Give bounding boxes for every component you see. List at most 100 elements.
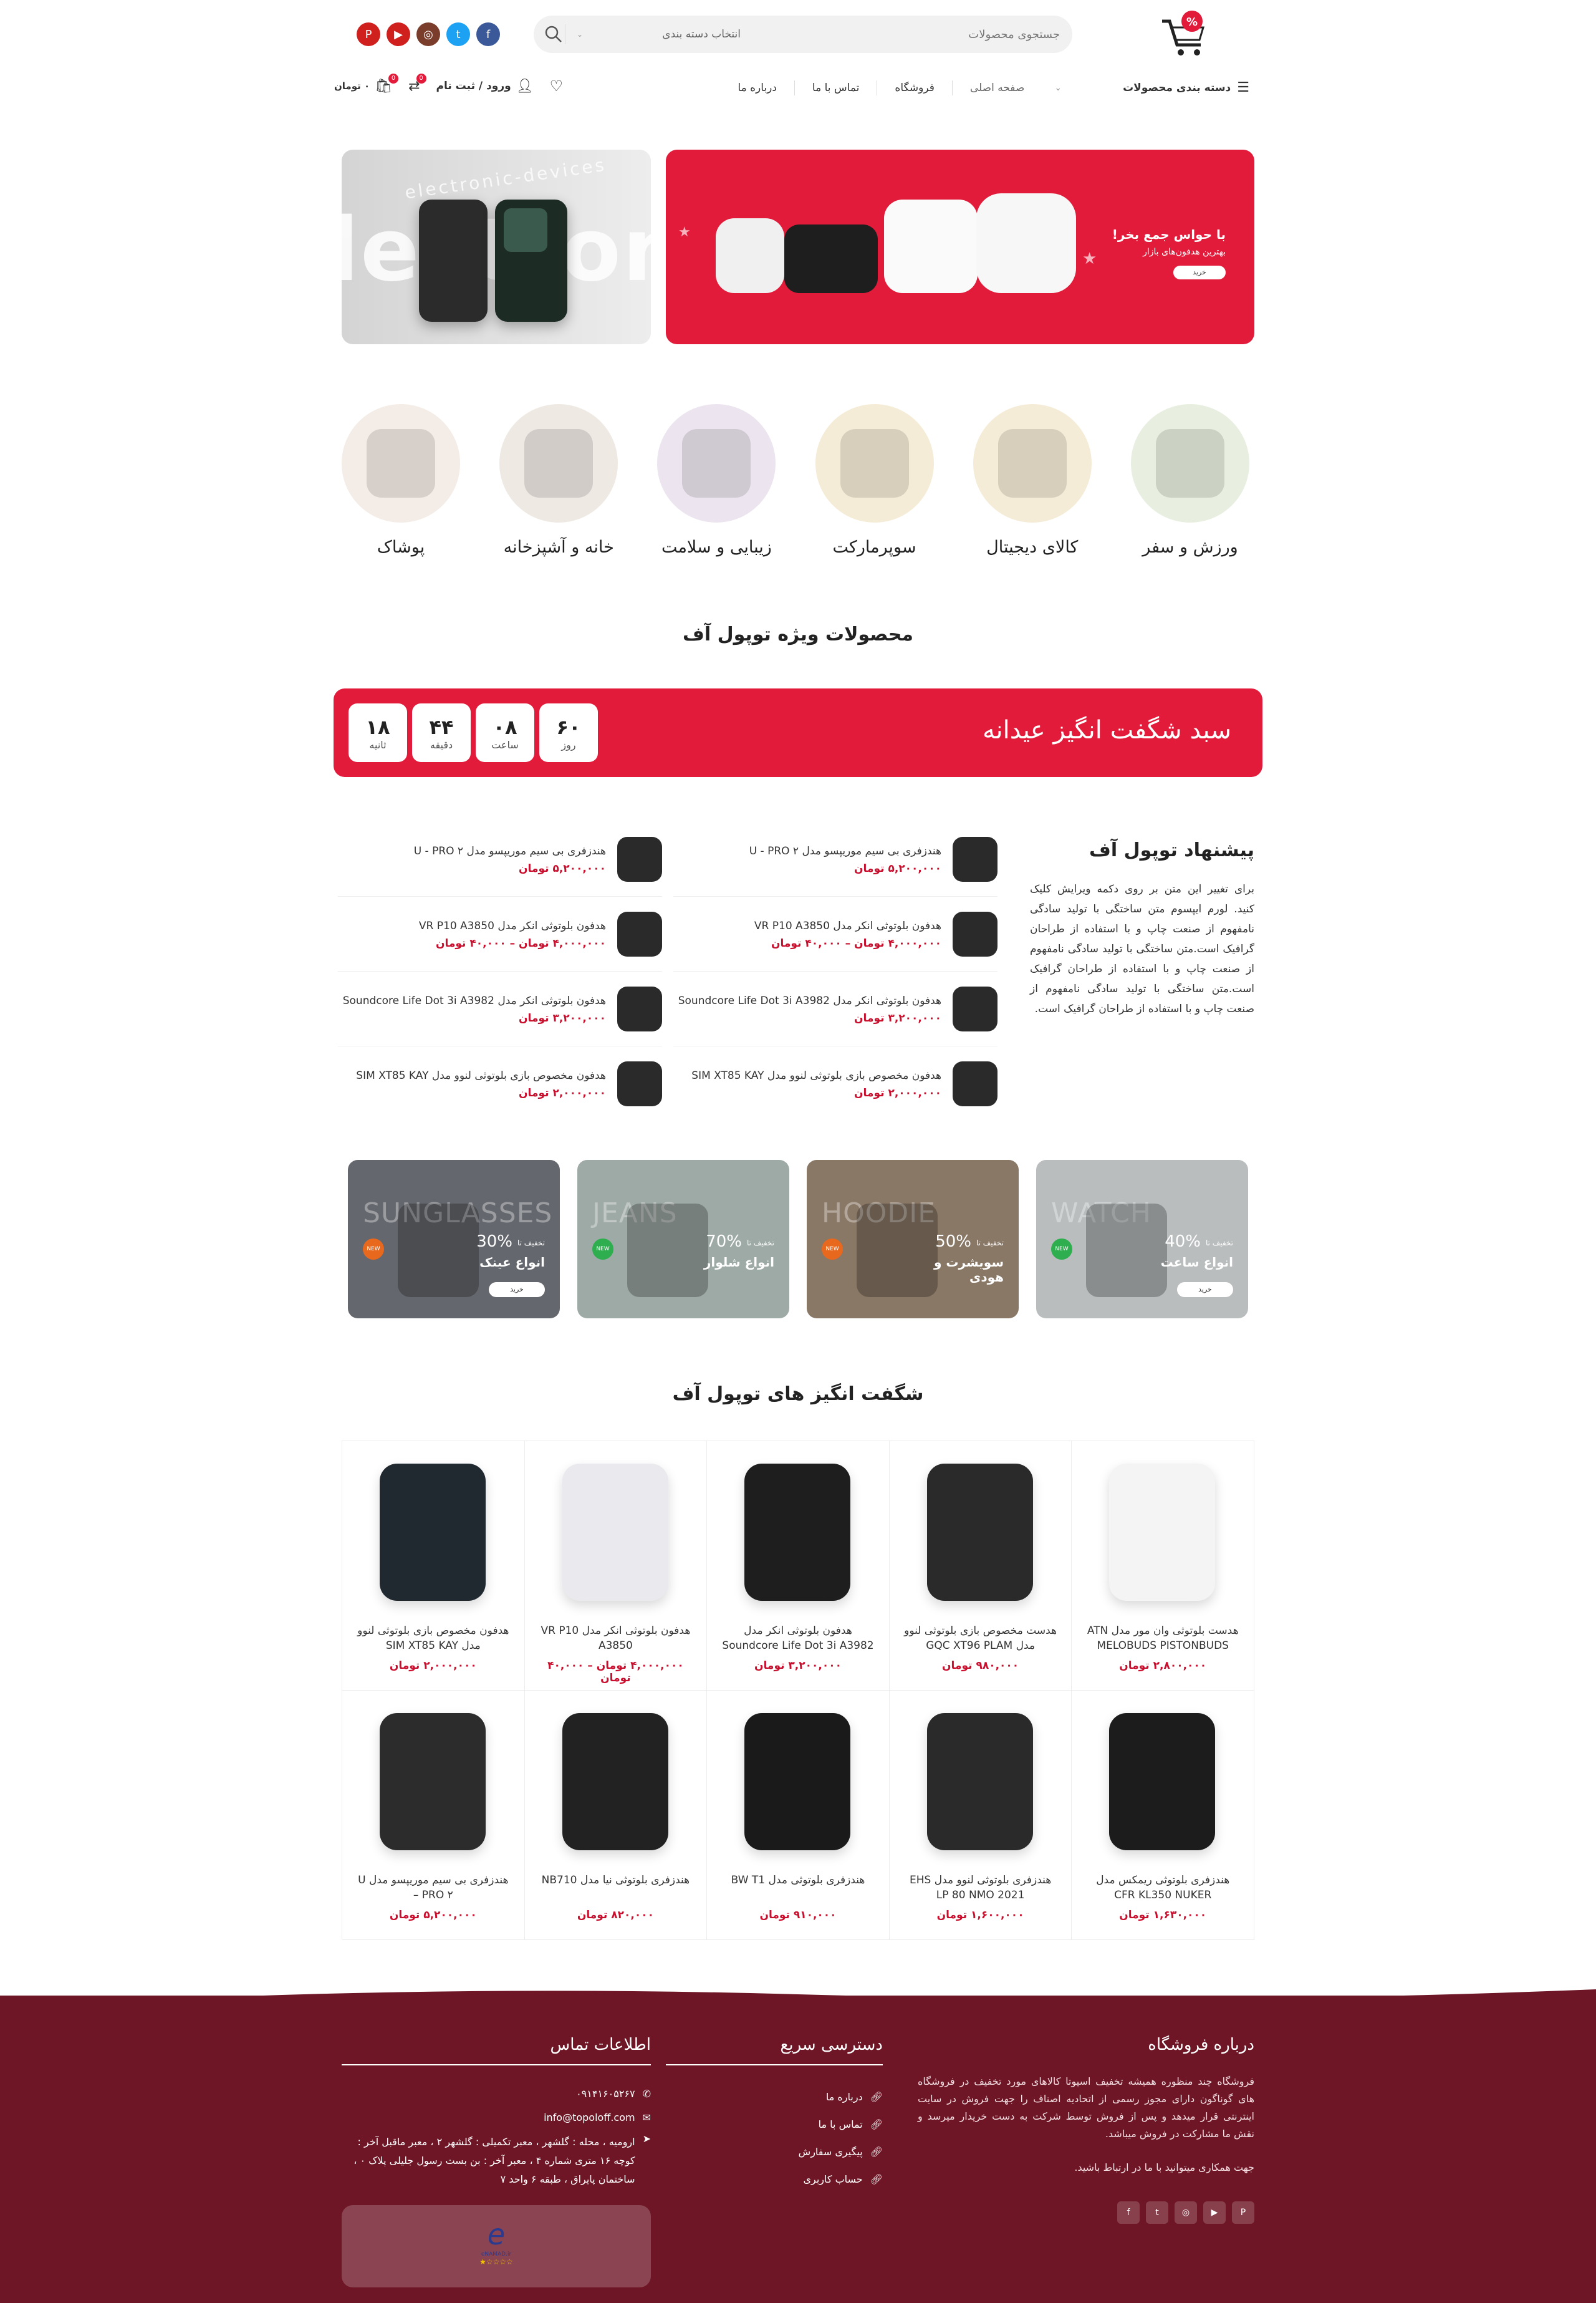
category-item[interactable]: کالای دیجیتال (973, 404, 1092, 557)
offer-product-info: هندزفری بی سیم موریپسو مدل U - PRO ۲ ۵,۲۰… (338, 844, 606, 875)
banner-subtitle: بهترین هدفون‌های بازار (1143, 247, 1226, 257)
product-card[interactable]: هندزفری بی سیم موریپسو مدل U – PRO ۲ ۵,۲۰… (342, 1691, 525, 1940)
product-card[interactable]: هدست بلوتوثی وان مور مدل ATN MELOBUDS PI… (1072, 1441, 1254, 1691)
promo-card[interactable]: JEANS NEW 70% تخفیف تا انواع شلوار (577, 1160, 789, 1318)
search-input[interactable] (835, 22, 1060, 47)
new-badge: NEW (592, 1238, 613, 1260)
category-item[interactable]: ورزش و سفر (1130, 404, 1249, 557)
nav-contact[interactable]: تماس با ما (812, 82, 860, 94)
enamad-emblem-icon: e (487, 2218, 506, 2251)
product-title: هندزفری بلوتوثی ریمکس مدل CFR KL350 NUKE… (1096, 1874, 1230, 1901)
red-earbuds-banner[interactable]: با حواس جمع بخر! بهترین هدفون‌های بازار … (666, 150, 1254, 344)
login-link[interactable]: 👤︎ ورود / ثبت نام (436, 79, 534, 94)
cart-button[interactable]: 🛍︎ 0 ۰ تومان (334, 73, 399, 94)
product-title: هدفون بلوتوثی انکر مدل VR P10 A3850 (541, 1625, 691, 1652)
product-title: هدست مخصوص بازی بلوتوثی لنوو مدل GQC XT9… (904, 1625, 1057, 1652)
footer-quick-link[interactable]: 🔗︎ حساب کاربری (666, 2165, 883, 2193)
product-card[interactable]: هدست مخصوص بازی بلوتوثی لنوو مدل GQC XT9… (889, 1441, 1072, 1691)
link-icon: 🔗︎ (870, 2118, 883, 2130)
twitter-icon[interactable]: t (1146, 2201, 1168, 2224)
footer-contact-title: اطلاعات تماس (342, 2035, 651, 2065)
footer-about-title: درباره فروشگاه (1148, 2035, 1254, 2054)
category-item[interactable]: خانه و آشپزخانه (499, 404, 618, 557)
category-product-image (1155, 429, 1224, 498)
category-image (657, 404, 776, 523)
offer-list-item[interactable]: هندزفری بی سیم موریپسو مدل U - PRO ۲ ۵,۲۰… (338, 822, 662, 897)
category-item[interactable]: پوشاک (342, 404, 460, 557)
promo-buy-button[interactable]: خرید (489, 1282, 545, 1297)
nav-home[interactable]: صفحه اصلی (970, 82, 1024, 94)
countdown-unit: ۱۸ ثانیه (349, 703, 407, 762)
footer-quick-links: 🔗︎ درباره ما 🔗︎ تماس با ما 🔗︎ پیگیری سفارش 🔗︎ ح… (666, 2083, 883, 2193)
wishlist-icon[interactable]: ♡ (550, 77, 564, 95)
banner-buy-button[interactable]: خرید (1173, 266, 1226, 279)
product-image (380, 1464, 486, 1601)
countdown-banner: سبد شگفت انگیز عیدانه ۶۰ روز ۰۸ ساعت ۴۴ دقیقه… (334, 688, 1262, 777)
product-card[interactable]: هدفون بلوتوثی انکر مدل VR P10 A3850 ۴,۰۰۰… (524, 1441, 708, 1691)
product-card[interactable]: هندزفری بلوتوثی لنوو مدل EHS LP 80 NMO 2… (889, 1691, 1072, 1940)
instagram-icon[interactable]: ◎ (1175, 2201, 1197, 2224)
offer-product-title: هندزفری بی سیم موریپسو مدل U - PRO ۲ (749, 844, 941, 857)
offer-list-item[interactable]: هدفون بلوتوثی انکر مدل Soundcore Life Do… (338, 972, 662, 1046)
category-image (1130, 404, 1249, 523)
enamad-box[interactable]: e eNAMAD.ir ★☆☆☆☆ (342, 2205, 651, 2287)
pinterest-icon[interactable]: P (357, 22, 380, 46)
footer-wave (0, 1989, 1596, 2008)
phone-row[interactable]: ✆ ۰۹۱۴۱۶۰۵۲۶۷ (342, 2082, 651, 2105)
product-card[interactable]: هندزفری بلوتوثی نیا مدل NB710 ۸۲۰,۰۰۰ توم… (524, 1691, 708, 1940)
offer-list-item[interactable]: هدفون بلوتوثی انکر مدل Soundcore Life Do… (673, 972, 998, 1046)
category-product-image (682, 429, 751, 498)
offer-product-image (953, 911, 998, 957)
youtube-icon[interactable]: ▶ (1203, 2201, 1226, 2224)
product-card[interactable]: هدفون مخصوص بازی بلوتوثی لنوو مدل SIM XT… (342, 1441, 525, 1691)
special-products-title: محصولات ویژه توپول آف (683, 624, 913, 645)
promo-card[interactable]: HOODIE NEW 50% تخفیف تا سویشرت و هودی (807, 1160, 1019, 1318)
footer-quick-link[interactable]: 🔗︎ تماس با ما (666, 2110, 883, 2138)
offer-list-item[interactable]: هدفون بلوتوثی انکر مدل VR P10 A3850 ۴,۰۰۰… (673, 897, 998, 972)
promo-list: WATCH NEW 40% تخفیف تا انواع ساعت خرید HOODIE N… (348, 1160, 1248, 1318)
earbuds-case-image-2 (784, 225, 878, 293)
product-card[interactable]: هندزفری بلوتوثی مدل BW T1 ۹۱۰,۰۰۰ تومان (707, 1691, 890, 1940)
product-image (926, 1464, 1033, 1601)
twitter-icon[interactable]: t (446, 22, 470, 46)
facebook-icon[interactable]: f (476, 22, 500, 46)
product-grid: هدست بلوتوثی وان مور مدل ATN MELOBUDS PI… (342, 1441, 1254, 1940)
pinterest-icon[interactable]: P (1232, 2201, 1254, 2224)
promo-card[interactable]: SUNGLASSES NEW 30% تخفیف تا انواع عینک خرید (348, 1160, 560, 1318)
offer-title: پیشنهاد توپول آف (1089, 839, 1254, 861)
nav-shop[interactable]: فروشگاه (895, 82, 934, 94)
gray-phone-banner[interactable]: electronic-devices lectronic (342, 150, 651, 344)
main-nav: ☰ دسته بندی محصولات ⌄ صفحه اصلی فروشگاه … (738, 80, 1249, 95)
categories-menu-button[interactable]: ☰ دسته بندی محصولات (1123, 80, 1249, 95)
offer-list-item[interactable]: هدفون بلوتوثی انکر مدل VR P10 A3850 ۴,۰۰۰… (338, 897, 662, 972)
product-card[interactable]: هندزفری بلوتوثی ریمکس مدل CFR KL350 NUKE… (1072, 1691, 1254, 1940)
offer-list-item[interactable]: هندزفری بی سیم موریپسو مدل U - PRO ۲ ۵,۲۰… (673, 822, 998, 897)
offer-list-item[interactable]: هدفون مخصوص بازی بلوتوثی لنوو مدل SIM XT… (338, 1046, 662, 1121)
address-text: ارومیه ، محله : گلشهر ، معبر تکمیلی : گل… (353, 2136, 635, 2185)
email-row[interactable]: ✉ info@topoloff.com (342, 2105, 651, 2129)
facebook-icon[interactable]: f (1117, 2201, 1140, 2224)
offer-list-item[interactable]: هدفون مخصوص بازی بلوتوثی لنوو مدل SIM XT… (673, 1046, 998, 1121)
category-item[interactable]: سوپرمارکت (815, 404, 934, 557)
category-product-image (840, 429, 909, 498)
category-item[interactable]: زیبایی و سلامت (657, 404, 776, 557)
product-card[interactable]: هدفون بلوتوثی انکر مدل Soundcore Life Do… (707, 1441, 890, 1691)
category-select[interactable]: انتخاب دسته بندی ⌄ (565, 24, 752, 44)
promo-discount-label: تخفیف تا (1205, 1238, 1233, 1247)
youtube-icon[interactable]: ▶ (387, 22, 410, 46)
promo-buy-button[interactable]: خرید (1177, 1282, 1233, 1297)
category-image (499, 404, 618, 523)
nav-about[interactable]: درباره ما (738, 82, 777, 94)
phone-image-1 (419, 200, 488, 322)
phone-icon: ✆ (642, 2087, 651, 2100)
product-price: ۱,۶۰۰,۰۰۰ تومان (936, 1909, 1024, 1921)
promo-card[interactable]: WATCH NEW 40% تخفیف تا انواع ساعت خرید (1036, 1160, 1248, 1318)
footer-quick-link[interactable]: 🔗︎ درباره ما (666, 2083, 883, 2110)
instagram-icon[interactable]: ◎ (416, 22, 440, 46)
search-icon[interactable] (544, 24, 564, 44)
offer-product-info: هدفون بلوتوثی انکر مدل VR P10 A3850 ۴,۰۰۰… (673, 919, 941, 950)
compare-button[interactable]: ⇄ 0 (408, 73, 426, 94)
footer-quick-link[interactable]: 🔗︎ پیگیری سفارش (666, 2138, 883, 2165)
star-icon: ★ (1082, 249, 1097, 268)
site-logo[interactable]: % (1158, 9, 1211, 59)
